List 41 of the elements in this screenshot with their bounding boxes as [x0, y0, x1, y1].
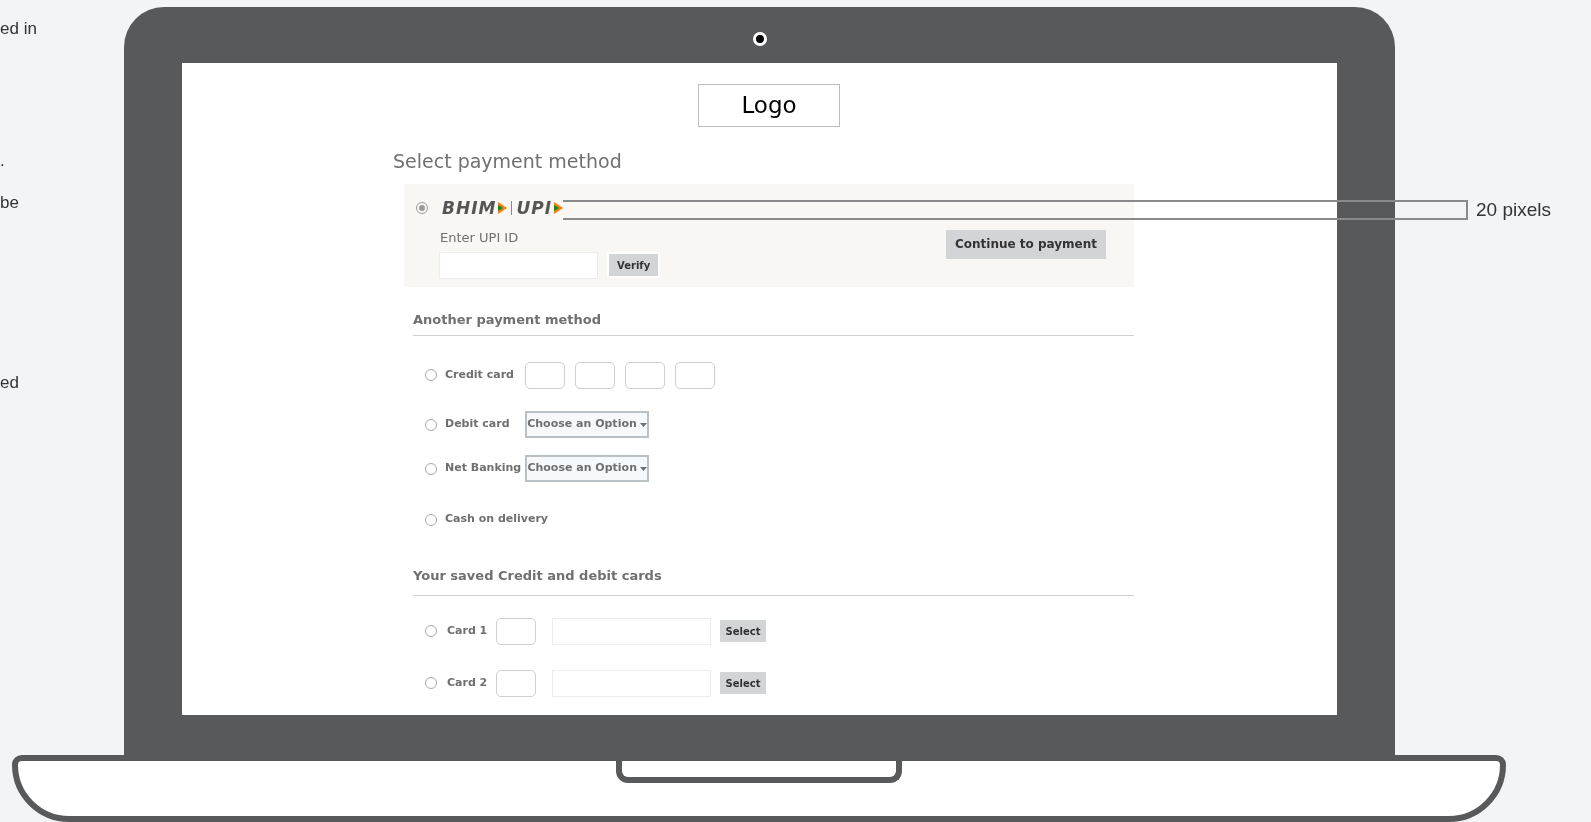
select-button[interactable]: Select — [720, 620, 766, 642]
radio-button[interactable] — [425, 677, 437, 689]
card-number-field[interactable] — [575, 361, 615, 389]
field-label: Enter UPI ID — [440, 229, 520, 247]
card-number-field[interactable] — [675, 361, 715, 389]
note-text: be — [0, 192, 20, 214]
annotation-text: 20 pixels — [1476, 198, 1551, 222]
radio-button[interactable] — [425, 462, 437, 475]
flag-arrow-icon — [498, 202, 508, 215]
continue-button[interactable]: Continue to payment — [946, 229, 1106, 259]
card-label: Card 2 — [447, 674, 489, 691]
logo-text: Logo — [741, 91, 797, 121]
card-number-field[interactable] — [625, 361, 665, 389]
brand-logo-text: BHIM — [442, 196, 497, 220]
radio-button[interactable] — [425, 369, 437, 381]
radio-button[interactable] — [425, 418, 437, 431]
flag-arrow-icon — [554, 202, 564, 215]
section-heading: Select payment method — [393, 149, 623, 174]
option-label: Cash on delivery — [445, 511, 550, 528]
brand-logo-text: UPI — [516, 196, 553, 220]
radio-button[interactable] — [425, 513, 437, 526]
radio-button[interactable] — [425, 625, 437, 637]
option-label: Net Banking — [445, 460, 523, 477]
card-thumbnail-field[interactable] — [496, 669, 536, 697]
note-text: ed — [0, 371, 20, 394]
card-thumbnail-field[interactable] — [496, 617, 536, 645]
note-text: . — [0, 149, 6, 172]
option-label: Debit card — [445, 416, 511, 433]
section-title: Another payment method — [413, 311, 602, 327]
caret-icon — [640, 466, 647, 471]
section-title: Your saved Credit and debit cards — [413, 567, 662, 583]
dropdown[interactable]: Choose an Option — [525, 411, 649, 438]
camera-icon — [752, 32, 767, 46]
card-label: Card 1 — [447, 622, 489, 639]
note-text: ed in — [0, 18, 38, 40]
card-number-field[interactable] — [525, 361, 565, 389]
select-button[interactable]: Select — [720, 672, 766, 694]
caret-icon — [639, 422, 647, 427]
option-label: Credit card — [445, 366, 515, 383]
verify-button[interactable]: Verify — [607, 252, 661, 278]
dropdown[interactable]: Choose an Option — [525, 455, 650, 482]
